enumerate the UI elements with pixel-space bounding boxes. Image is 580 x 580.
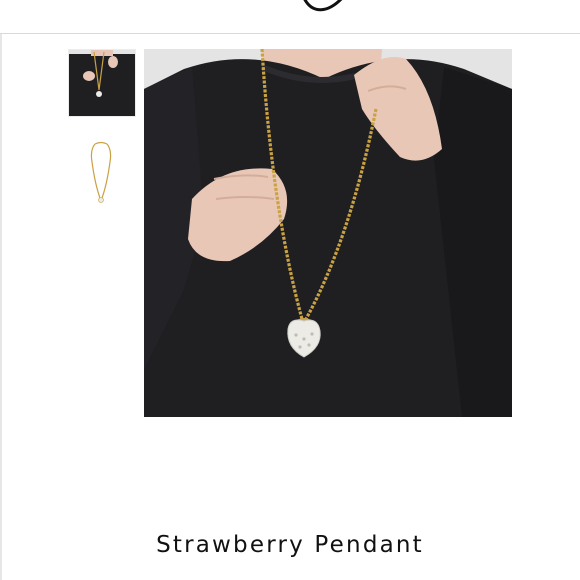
- thumbnail-model[interactable]: [68, 49, 136, 117]
- main-product-image[interactable]: [144, 49, 512, 417]
- site-header: [0, 0, 580, 34]
- product-title: Strawberry Pendant: [156, 532, 424, 558]
- thumbnail-pendant[interactable]: [68, 140, 134, 206]
- pendant-thumbnail-icon: [90, 141, 112, 203]
- model-thumbnail-icon: [69, 50, 135, 116]
- brand-logo-icon[interactable]: [300, 0, 350, 14]
- left-divider: [0, 34, 2, 580]
- model-with-pendant-photo: [144, 49, 512, 417]
